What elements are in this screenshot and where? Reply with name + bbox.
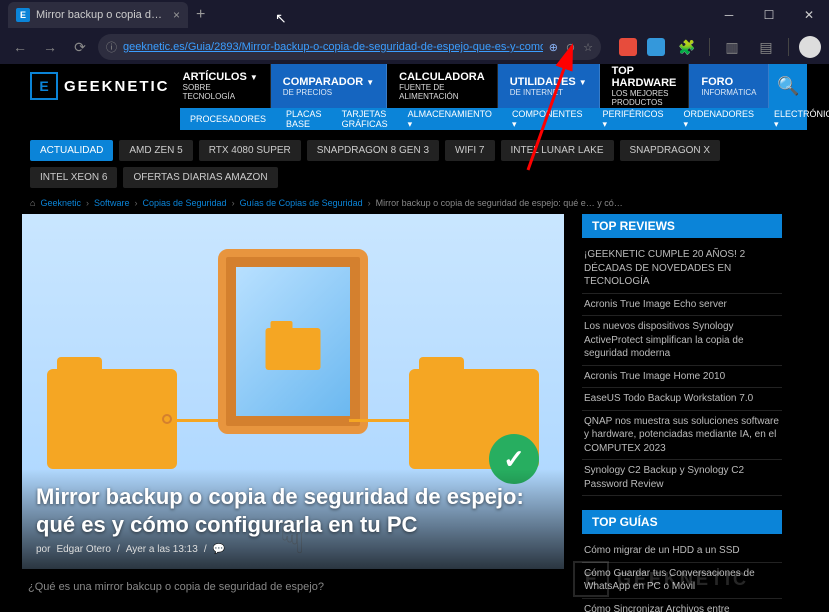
subnav-item[interactable]: ALMACENAMIENTO ▾ — [398, 109, 502, 130]
close-window-button[interactable]: ✕ — [789, 0, 829, 30]
profile-avatar[interactable] — [799, 36, 821, 58]
breadcrumb-link[interactable]: Software — [94, 198, 130, 208]
list-item[interactable]: Acronis True Image Echo server — [582, 294, 782, 317]
nav-item-top hardware[interactable]: TOP HARDWARELOS MEJORES PRODUCTOS — [600, 64, 690, 108]
tag-item[interactable]: INTEL XEON 6 — [30, 167, 117, 188]
article-title: Mirror backup o copia de seguridad de es… — [36, 483, 550, 538]
translate-icon[interactable]: ⊘ — [566, 41, 575, 54]
window-titlebar: E Mirror backup o copia de segu × + ─ ☐ … — [0, 0, 829, 30]
article: ✓ ☟ Mirror backup o copia de seguridad d… — [22, 214, 564, 612]
subnav-item[interactable]: PERIFÉRICOS ▾ — [592, 109, 673, 130]
site-logo[interactable]: E GEEKNETIC — [22, 64, 171, 108]
tag-item[interactable]: SNAPDRAGON X — [620, 140, 721, 161]
list-item[interactable]: QNAP nos muestra sus soluciones software… — [582, 411, 782, 461]
browser-toolbar: ← → ⟳ ⓘ ⊕ ⊘ ☆ 🧩 ▥ ▤ — [0, 30, 829, 64]
breadcrumb-link[interactable]: Geeknetic — [40, 198, 81, 208]
favicon-icon: E — [16, 8, 30, 22]
page-content: E GEEKNETIC ARTÍCULOS▼SOBRE TECNOLOGÍACO… — [0, 64, 829, 612]
search-button[interactable]: 🔍 — [769, 64, 807, 108]
close-tab-icon[interactable]: × — [173, 8, 180, 22]
list-item[interactable]: Acronis True Image Home 2010 — [582, 366, 782, 389]
extension-2-icon[interactable] — [647, 38, 665, 56]
folder-left-graphic — [47, 369, 177, 469]
subnav-item[interactable]: COMPONENTES ▾ — [502, 109, 593, 130]
nav-item-artículos[interactable]: ARTÍCULOS▼SOBRE TECNOLOGÍA — [171, 64, 271, 108]
tab-strip: E Mirror backup o copia de segu × + — [0, 0, 205, 30]
browser-tab[interactable]: E Mirror backup o copia de segu × — [8, 2, 188, 28]
home-icon[interactable]: ⌂ — [30, 198, 35, 208]
tag-bar: ACTUALIDAD AMD ZEN 5 RTX 4080 SUPER SNAPDRA… — [30, 140, 807, 188]
article-meta: por Edgar Otero / Ayer a las 13:13 / 💬 — [36, 544, 550, 555]
list-item[interactable]: Cómo Guardar tus Conversaciones de Whats… — [582, 563, 782, 599]
reading-list-icon[interactable]: ▤ — [754, 35, 778, 59]
tag-item[interactable]: ACTUALIDAD — [30, 140, 113, 161]
folder-right-graphic: ✓ — [409, 369, 539, 469]
nav-item-foro[interactable]: FOROINFORMÁTICA — [689, 64, 769, 108]
minimize-button[interactable]: ─ — [709, 0, 749, 30]
article-question: ¿Qué es una mirror bakcup o copia de seg… — [22, 581, 564, 593]
site-info-icon[interactable]: ⓘ — [106, 39, 117, 55]
divider — [709, 38, 710, 56]
subnav-item[interactable]: PROCESADORES — [180, 114, 276, 124]
list-item[interactable]: Cómo Sincronizar Archivos entre Disposit… — [582, 599, 782, 612]
tag-item[interactable]: OFERTAS DIARIAS AMAZON — [123, 167, 277, 188]
url-input[interactable] — [123, 41, 543, 53]
top-guides-header: TOP GUÍAS — [582, 510, 782, 534]
tag-item[interactable]: AMD ZEN 5 — [119, 140, 192, 161]
breadcrumb: ⌂Geeknetic›Software›Copias de Seguridad›… — [30, 198, 807, 208]
list-item[interactable]: EaseUS Todo Backup Workstation 7.0 — [582, 388, 782, 411]
side-panel-icon[interactable]: ▥ — [720, 35, 744, 59]
list-item[interactable]: ¡GEEKNETIC CUMPLE 20 AÑOS! 2 DÉCADAS DE … — [582, 244, 782, 294]
list-item[interactable]: Synology C2 Backup y Synology C2 Passwor… — [582, 460, 782, 496]
connector-dot — [162, 414, 172, 424]
breadcrumb-link[interactable]: Copias de Seguridad — [143, 198, 227, 208]
extensions-area: 🧩 ▥ ▤ — [619, 35, 821, 59]
tab-title: Mirror backup o copia de segu — [36, 9, 167, 21]
top-reviews-list: ¡GEEKNETIC CUMPLE 20 AÑOS! 2 DÉCADAS DE … — [582, 244, 782, 496]
address-bar[interactable]: ⓘ ⊕ ⊘ ☆ — [98, 34, 601, 60]
author-name[interactable]: Edgar Otero — [56, 544, 110, 555]
nav-item-calculadora[interactable]: CALCULADORAFUENTE DE ALIMENTACIÓN — [387, 64, 498, 108]
breadcrumb-link[interactable]: Guías de Copias de Seguridad — [240, 198, 363, 208]
list-item[interactable]: Los nuevos dispositivos Synology ActiveP… — [582, 316, 782, 366]
tag-item[interactable]: INTEL LUNAR LAKE — [501, 140, 614, 161]
article-date: Ayer a las 13:13 — [126, 544, 198, 555]
sub-nav: PROCESADORESPLACAS BASETARJETAS GRÁFICAS… — [180, 108, 807, 130]
window-controls: ─ ☐ ✕ — [709, 0, 829, 30]
top-reviews-header: TOP REVIEWS — [582, 214, 782, 238]
subnav-item[interactable]: TARJETAS GRÁFICAS — [332, 109, 398, 129]
breadcrumb-current: Mirror backup o copia de seguridad de es… — [376, 198, 623, 208]
divider — [788, 38, 789, 56]
new-tab-button[interactable]: + — [196, 6, 205, 24]
hero-image: ✓ ☟ Mirror backup o copia de seguridad d… — [22, 214, 564, 569]
nav-item-comparador[interactable]: COMPARADOR▼DE PRECIOS — [271, 64, 387, 108]
install-app-icon[interactable]: ⊕ — [549, 41, 558, 54]
tag-item[interactable]: SNAPDRAGON 8 GEN 3 — [307, 140, 439, 161]
tag-item[interactable]: WIFI 7 — [445, 140, 494, 161]
hero-overlay: Mirror backup o copia de seguridad de es… — [22, 469, 564, 569]
logo-icon: E — [30, 72, 58, 100]
logo-text: GEEKNETIC — [64, 78, 170, 95]
sidebar: TOP REVIEWS ¡GEEKNETIC CUMPLE 20 AÑOS! 2… — [582, 214, 782, 612]
author-prefix: por — [36, 544, 50, 555]
back-button[interactable]: ← — [8, 35, 32, 59]
top-guides-list: Cómo migrar de un HDD a un SSDCómo Guard… — [582, 540, 782, 612]
mirror-folder-graphic — [266, 328, 321, 370]
comments-icon[interactable]: 💬 — [213, 544, 225, 555]
subnav-item[interactable]: PLACAS BASE — [276, 109, 332, 129]
extensions-button[interactable]: 🧩 — [675, 35, 699, 59]
nav-item-utilidades[interactable]: UTILIDADES▼DE INTERNET — [498, 64, 600, 108]
list-item[interactable]: Cómo migrar de un HDD a un SSD — [582, 540, 782, 563]
forward-button[interactable]: → — [38, 35, 62, 59]
reload-button[interactable]: ⟳ — [68, 35, 92, 59]
tag-item[interactable]: RTX 4080 SUPER — [199, 140, 301, 161]
bookmark-icon[interactable]: ☆ — [583, 41, 593, 54]
main-nav: ARTÍCULOS▼SOBRE TECNOLOGÍACOMPARADOR▼DE … — [171, 64, 770, 108]
subnav-item[interactable]: ORDENADORES ▾ — [673, 109, 764, 130]
subnav-item[interactable]: ELECTRÓNICA ▾ — [764, 109, 829, 130]
extension-1-icon[interactable] — [619, 38, 637, 56]
maximize-button[interactable]: ☐ — [749, 0, 789, 30]
mirror-frame-graphic — [218, 249, 368, 434]
